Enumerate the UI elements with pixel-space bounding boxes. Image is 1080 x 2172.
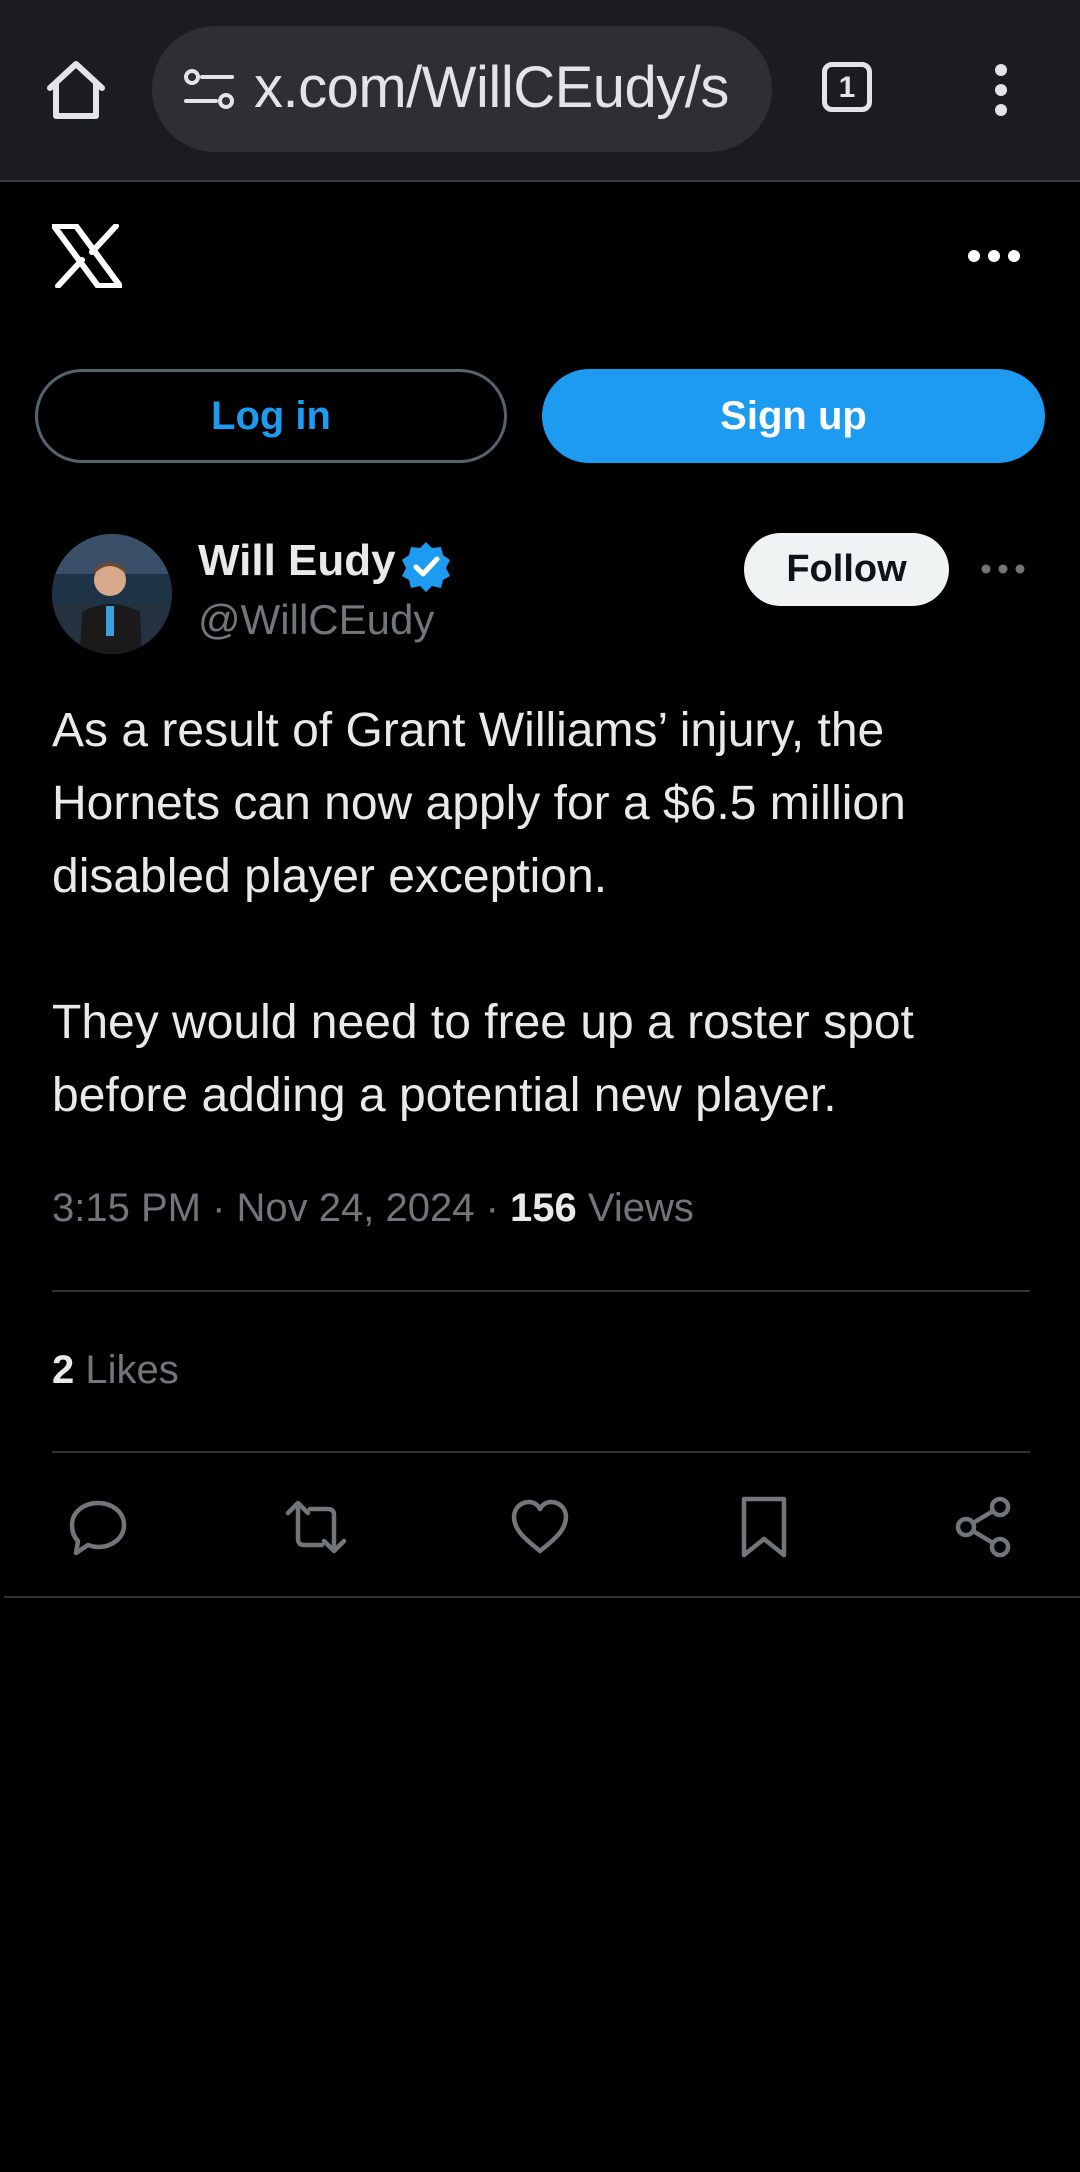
- views-label: Views: [587, 1186, 694, 1230]
- author-name[interactable]: Will Eudy: [198, 536, 396, 586]
- divider: [52, 1451, 1030, 1453]
- url-text: x.com/WillCEudy/s: [254, 55, 729, 120]
- tab-switcher-button[interactable]: 1: [822, 62, 872, 112]
- repost-icon[interactable]: [284, 1495, 348, 1559]
- signup-button[interactable]: Sign up: [542, 369, 1045, 463]
- tweet-paragraph: As a result of Grant Williams’ injury, t…: [52, 704, 906, 903]
- likes-count: 2: [52, 1348, 75, 1392]
- meta-separator: ·: [212, 1186, 237, 1230]
- tweet-metadata: 3:15 PM · Nov 24, 2024 · 156 Views: [52, 1186, 694, 1231]
- login-button[interactable]: Log in: [35, 369, 507, 463]
- views-count: 156: [510, 1186, 577, 1230]
- x-logo-icon[interactable]: [52, 224, 122, 288]
- meta-separator: ·: [485, 1186, 511, 1230]
- bookmark-icon[interactable]: [732, 1495, 796, 1559]
- browser-toolbar: x.com/WillCEudy/s 1: [0, 0, 1080, 182]
- more-options-icon[interactable]: [966, 246, 1022, 266]
- tweet-more-icon[interactable]: [980, 562, 1026, 576]
- home-icon[interactable]: [44, 58, 108, 122]
- divider: [4, 1596, 1080, 1598]
- tweet-time[interactable]: 3:15 PM: [52, 1186, 201, 1230]
- likes-summary[interactable]: 2 Likes: [52, 1348, 179, 1393]
- likes-label: Likes: [85, 1348, 179, 1392]
- like-icon[interactable]: [508, 1495, 572, 1559]
- browser-menu-icon[interactable]: [986, 62, 1016, 118]
- tweet-date[interactable]: Nov 24, 2024: [237, 1186, 475, 1230]
- site-settings-icon[interactable]: [182, 66, 236, 114]
- author-handle[interactable]: @WillCEudy: [198, 596, 434, 644]
- verified-badge-icon: [402, 542, 450, 592]
- follow-button[interactable]: Follow: [744, 533, 949, 606]
- reply-icon[interactable]: [66, 1495, 130, 1559]
- tweet-text: As a result of Grant Williams’ injury, t…: [52, 694, 1042, 1132]
- avatar[interactable]: [52, 534, 172, 654]
- share-icon[interactable]: [952, 1495, 1016, 1559]
- divider: [52, 1290, 1030, 1292]
- tweet-paragraph: They would need to free up a roster spot…: [52, 996, 914, 1122]
- url-bar[interactable]: x.com/WillCEudy/s: [152, 26, 772, 152]
